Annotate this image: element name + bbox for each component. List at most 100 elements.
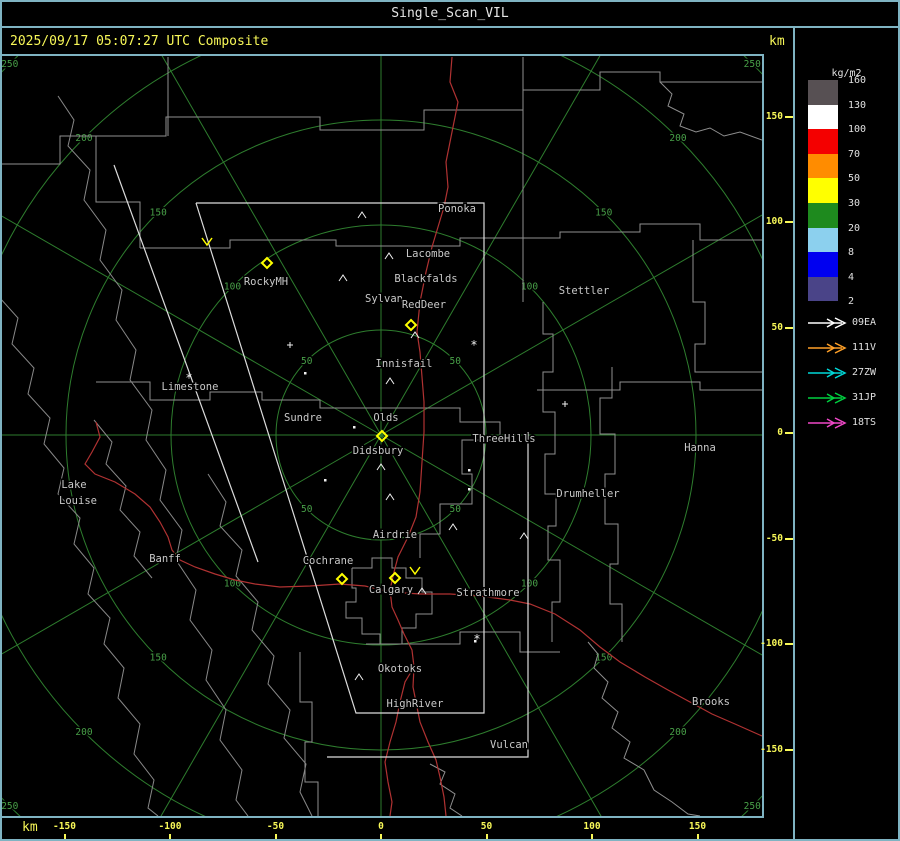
caret-marker	[519, 532, 529, 540]
range-ring-label: 250	[2, 59, 19, 70]
right-axis-tick	[785, 537, 793, 540]
range-ring-label: 100	[224, 282, 241, 293]
31JP-arrow-icon	[808, 392, 847, 404]
caret-marker	[385, 493, 395, 501]
radial-line	[160, 434, 382, 816]
scale-color-block	[808, 104, 838, 130]
city-label: Didsbury	[353, 445, 404, 457]
range-ring-label: 150	[150, 653, 167, 664]
legend-panel: kg/m2 160 130 100 70 50 30 20 8 4 2 09EA 111V 27ZW 3…	[795, 28, 898, 839]
dot-marker	[468, 488, 471, 491]
bottom-axis-tick	[485, 834, 488, 839]
station-id-label: 18TS	[852, 417, 877, 428]
scale-threshold-label: 50	[848, 173, 861, 185]
right-axis-tick-label: 0	[777, 427, 783, 438]
right-axis-tick-label: 100	[765, 216, 783, 227]
radial-line	[380, 434, 602, 816]
scale-threshold-label: 8	[848, 247, 855, 259]
bottom-axis-tick	[274, 834, 277, 839]
scale-color-block	[808, 129, 838, 154]
city-label: Blackfalds	[394, 273, 457, 285]
dot-marker	[304, 372, 307, 375]
right-axis-tick-label: 50	[771, 321, 783, 333]
range-ring-label: 150	[595, 207, 612, 218]
right-axis-tick	[785, 326, 793, 329]
right-axis-tick-label: -150	[760, 743, 783, 755]
river-line	[429, 763, 463, 816]
range-ring-label: 50	[450, 356, 462, 367]
range-ring-label: 250	[2, 801, 19, 812]
scale-threshold-label: 2	[848, 296, 855, 308]
mountain-boundary-line	[93, 419, 153, 579]
bottom-axis-tick	[380, 834, 382, 839]
range-ring-label: 50	[301, 504, 313, 515]
station-id-label: 111V	[852, 342, 877, 353]
radial-line	[380, 434, 762, 656]
city-label: Hanna	[684, 442, 716, 454]
27ZW-arrow-icon	[808, 367, 847, 379]
county-boundary-line	[96, 381, 381, 409]
bottom-axis-tick	[169, 834, 171, 839]
city-label: Lake	[61, 479, 86, 491]
scale-threshold-label: 130	[848, 99, 867, 111]
wind-chevron-marker	[409, 566, 421, 576]
range-ring-label: 200	[669, 133, 686, 144]
city-label: Sylvan	[365, 293, 403, 305]
bottom-axis-tick-label: 0	[378, 821, 384, 832]
dot-marker	[468, 469, 471, 472]
bottom-axis-tick	[591, 834, 593, 839]
range-ring-label: 50	[301, 356, 313, 367]
plus-marker	[287, 342, 293, 348]
station-id-label: 09EA	[852, 317, 877, 328]
county-boundary-line	[366, 631, 560, 653]
city-label: Banff	[149, 553, 181, 565]
city-label: Airdrie	[373, 529, 417, 541]
highway-line	[84, 421, 762, 737]
dot-marker	[353, 426, 356, 429]
range-ring-label: 200	[669, 727, 686, 738]
scale-threshold-label: 20	[848, 222, 861, 234]
right-axis-tick-label: 150	[765, 110, 783, 122]
map-frame: 50 100 150 200 250 50 100 150 200 250 50 100 150 200 2…	[2, 54, 764, 818]
bottom-axis-tick	[696, 834, 699, 839]
county-boundary-line	[542, 302, 561, 642]
radar-site-diamond	[404, 318, 418, 332]
county-boundary-line	[140, 223, 762, 249]
scale-color-block	[808, 276, 838, 302]
bottom-axis-unit-label: km	[22, 820, 38, 835]
scan-sector-outline	[113, 164, 259, 563]
111V-arrow-icon	[808, 342, 847, 354]
scale-color-block	[808, 80, 838, 105]
city-label: RedDeer	[402, 299, 446, 311]
scale-threshold-label: 100	[848, 124, 867, 136]
county-boundary-line	[95, 136, 141, 248]
radar-map-canvas[interactable]: 50 100 150 200 250 50 100 150 200 250 50 100 150 200 2…	[2, 56, 762, 816]
caret-marker	[385, 377, 395, 385]
scale-color-block	[808, 227, 838, 253]
dot-marker	[324, 479, 327, 482]
scale-threshold-label: 4	[848, 271, 855, 283]
bottom-axis-tick-label: 50	[480, 821, 493, 832]
city-label: Brooks	[692, 696, 730, 708]
right-axis-tick	[785, 221, 793, 223]
city-label: Ponoka	[438, 203, 476, 215]
city-label: Calgary	[369, 584, 413, 596]
city-label: Olds	[373, 412, 398, 424]
range-ring-label: 200	[75, 133, 92, 144]
highway-line	[384, 666, 415, 816]
window-title: Single_Scan_VIL	[391, 6, 509, 21]
county-boundary-line	[299, 652, 319, 816]
range-ring-label: 250	[744, 801, 761, 812]
09EA-arrow-icon	[808, 317, 847, 329]
caret-marker	[357, 211, 367, 219]
city-label: ThreeHills	[472, 433, 535, 445]
city-label: Drumheller	[556, 488, 619, 500]
bottom-axis-tick	[63, 834, 66, 839]
caret-marker	[384, 252, 394, 260]
county-boundary-line	[692, 240, 762, 373]
timestamp-label: 2025/09/17 05:07:27 UTC Composite	[10, 34, 269, 49]
city-label: HighRiver	[387, 698, 444, 710]
city-label: Okotoks	[378, 663, 422, 675]
radar-viewer-window: Single_Scan_VIL 2025/09/17 05:07:27 UTC …	[0, 0, 900, 841]
bottom-axis-tick-label: 150	[688, 821, 707, 832]
